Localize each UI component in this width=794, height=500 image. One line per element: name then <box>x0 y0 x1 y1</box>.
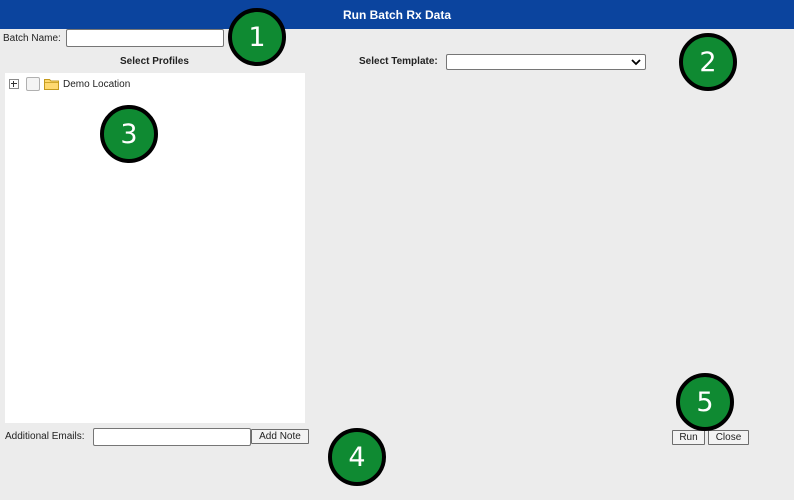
additional-emails-input[interactable] <box>93 428 251 446</box>
close-button[interactable]: Close <box>708 430 749 445</box>
expand-icon[interactable] <box>9 79 19 89</box>
callout-badge-1: 1 <box>228 8 286 66</box>
tree-item-demo-location[interactable]: Demo Location <box>9 77 130 91</box>
chevron-down-icon <box>631 59 641 66</box>
batch-name-input[interactable] <box>66 29 224 47</box>
tree-item-checkbox[interactable] <box>26 77 40 91</box>
window-title: Run Batch Rx Data <box>0 0 794 29</box>
additional-emails-label: Additional Emails: <box>5 431 85 442</box>
tree-item-label: Demo Location <box>63 78 131 90</box>
callout-badge-3: 3 <box>100 105 158 163</box>
callout-badge-5: 5 <box>676 373 734 431</box>
batch-name-label: Batch Name: <box>3 33 61 44</box>
callout-badge-4: 4 <box>328 428 386 486</box>
folder-icon <box>44 79 59 90</box>
template-select[interactable] <box>446 54 646 70</box>
run-button[interactable]: Run <box>672 430 705 445</box>
add-note-button[interactable]: Add Note <box>251 429 309 444</box>
select-template-label: Select Template: <box>359 56 438 67</box>
callout-badge-2: 2 <box>679 33 737 91</box>
select-profiles-label: Select Profiles <box>120 56 189 67</box>
